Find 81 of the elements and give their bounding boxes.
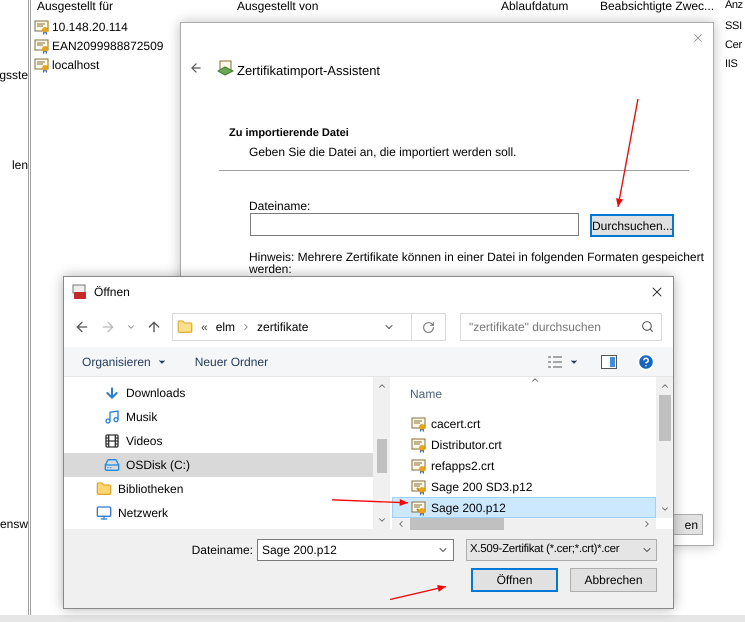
certificate-icon xyxy=(34,57,50,73)
preview-pane-icon[interactable] xyxy=(601,354,617,368)
cancel-button[interactable]: Abbrechen xyxy=(570,568,657,592)
field-label: Dateiname: xyxy=(192,542,253,559)
navigation-item[interactable]: OSDisk (C:) xyxy=(64,453,373,477)
certificate-icon xyxy=(411,436,427,452)
table-cell-text: SSI xyxy=(725,19,742,34)
column-header[interactable]: Anz xyxy=(725,0,742,14)
path-overflow[interactable]: « xyxy=(201,318,208,336)
organize-menu[interactable]: Organisieren xyxy=(82,352,167,370)
file-item[interactable]: Distributor.crt xyxy=(392,434,656,455)
file-item[interactable]: Sage 200 SD3.p12 xyxy=(392,476,656,497)
navigation-item[interactable]: Musik xyxy=(64,405,373,429)
folder-icon xyxy=(96,481,112,497)
certificate-icon xyxy=(411,458,427,474)
navigation-item[interactable]: Netzwerk xyxy=(64,501,373,525)
refresh-icon[interactable] xyxy=(422,320,435,334)
horizontal-scrollbar[interactable] xyxy=(0,615,745,622)
certificate-icon xyxy=(34,38,50,54)
tree-label: gsste xyxy=(0,67,28,84)
column-header[interactable]: Ausgestellt von xyxy=(237,0,318,15)
path-segment[interactable]: zertifikate xyxy=(257,318,308,336)
scroll-thumb[interactable] xyxy=(410,518,504,530)
table-cell-text: IIS xyxy=(725,57,738,72)
pointer-arrow xyxy=(389,584,447,601)
scrollbar[interactable] xyxy=(656,377,673,518)
up-icon[interactable] xyxy=(146,319,162,335)
search-icon xyxy=(641,320,654,333)
open-button[interactable]: Öffnen xyxy=(471,568,558,592)
section-description: Geben Sie die Datei an, die importiert werden soll. xyxy=(249,144,516,161)
horizontal-scrollbar[interactable] xyxy=(392,518,656,530)
navigation-item[interactable]: Bibliotheken xyxy=(64,477,373,501)
column-header[interactable]: Name xyxy=(410,385,656,407)
tree-label: ensw xyxy=(0,516,28,533)
folder-icon xyxy=(177,319,193,335)
next-button[interactable]: en xyxy=(671,514,703,535)
address-bar[interactable]: « elm zertifikate xyxy=(172,313,446,341)
film-icon xyxy=(104,433,120,449)
certificate-icon xyxy=(411,478,427,494)
file-name-combobox[interactable]: Sage 200.p12 xyxy=(257,539,454,561)
download-icon xyxy=(104,385,120,401)
hint-text: Hinweis: Mehrere Zertifikate können in einer Datei in folgenden Formaten gespeichert xyxy=(249,249,704,264)
path-segment[interactable]: elm xyxy=(216,318,236,336)
tree-label: len xyxy=(12,157,28,174)
back-icon[interactable] xyxy=(74,319,90,335)
new-folder-button[interactable]: Neuer Ordner xyxy=(194,352,268,370)
field-label: Dateiname: xyxy=(249,198,310,215)
certificate-icon xyxy=(411,416,427,432)
hint-text: werden: xyxy=(249,262,292,276)
drive-icon xyxy=(104,457,120,473)
section-heading: Zu importierende Datei xyxy=(229,126,349,141)
browse-button[interactable]: Durchsuchen... xyxy=(590,214,674,237)
certificate-name[interactable]: EAN2099988872509 xyxy=(52,37,164,55)
file-item[interactable]: cacert.crt xyxy=(392,413,656,434)
window-title: Zertifikatimport-Assistent xyxy=(237,62,380,80)
certificate-wizard-icon xyxy=(217,59,234,76)
music-note-icon xyxy=(104,409,120,425)
dialog-title: Öffnen xyxy=(94,284,130,301)
table-cell-text: Cer xyxy=(725,38,742,53)
column-header[interactable]: Ablaufdatum xyxy=(501,0,568,15)
scroll-thumb[interactable] xyxy=(658,395,670,441)
dialog-app-icon xyxy=(72,284,88,300)
certificate-name[interactable]: localhost xyxy=(52,56,100,74)
file-item[interactable]: refapps2.crt xyxy=(392,455,656,476)
help-icon[interactable] xyxy=(637,352,655,370)
file-type-dropdown[interactable]: X.509-Zertifikat (*.cer;*.crt)*.cer xyxy=(466,539,657,561)
certificate-name[interactable]: 10.148.20.114 xyxy=(52,18,128,36)
back-icon[interactable] xyxy=(189,61,203,75)
scroll-thumb[interactable] xyxy=(376,439,386,473)
navigation-item[interactable]: Videos xyxy=(64,429,373,453)
column-header[interactable]: Beabsichtigte Zwec... xyxy=(600,0,714,15)
scrollbar[interactable] xyxy=(373,377,390,529)
search-field[interactable]: "zertifikate" durchsuchen xyxy=(460,313,662,341)
column-header[interactable]: Ausgestellt für xyxy=(37,0,114,15)
view-options-icon[interactable] xyxy=(547,354,563,368)
certificate-icon xyxy=(411,500,427,516)
certificate-icon xyxy=(34,19,50,35)
file-item[interactable]: Sage 200.p12 xyxy=(392,497,656,518)
network-icon xyxy=(96,505,112,521)
file-name-field[interactable] xyxy=(250,213,579,236)
navigation-item[interactable]: Downloads xyxy=(64,381,373,405)
